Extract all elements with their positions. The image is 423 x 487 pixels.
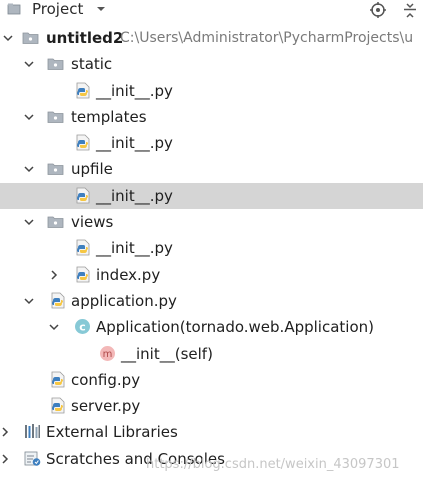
- tree-node-application-class[interactable]: Application(tornado.web.Application): [0, 314, 423, 340]
- project-panel-header: Project: [0, 0, 423, 20]
- folder-icon: [47, 160, 64, 177]
- expand-arrow-icon[interactable]: [3, 33, 13, 43]
- method-label: __init__(self): [121, 344, 213, 363]
- project-root-label: untitled2: [46, 29, 124, 47]
- collapse-arrow-icon[interactable]: [0, 454, 10, 464]
- file-label: config.py: [71, 370, 141, 389]
- tree-node-static[interactable]: static: [0, 51, 423, 77]
- file-label: __init__.py: [96, 239, 173, 258]
- python-file-icon: [49, 292, 66, 309]
- tree-node-views-index[interactable]: index.py: [0, 262, 423, 288]
- file-label: __init__.py: [96, 134, 173, 153]
- folder-label: upfile: [71, 160, 113, 179]
- python-file-icon: [49, 397, 66, 414]
- python-file-icon: [74, 187, 91, 204]
- folder-icon: [47, 55, 64, 72]
- external-libraries-label: External Libraries: [46, 423, 178, 442]
- tree-node-project-root[interactable]: untitled2 C:\Users\Administrator\Pycharm…: [0, 25, 423, 51]
- file-label: server.py: [71, 397, 141, 416]
- python-file-icon: [74, 239, 91, 256]
- collapse-arrow-icon[interactable]: [49, 270, 59, 280]
- tree-node-upfile-init-selected[interactable]: __init__.py: [0, 182, 423, 210]
- tree-node-init-method[interactable]: __init__(self): [0, 341, 423, 367]
- tree-node-upfile[interactable]: upfile: [0, 156, 423, 182]
- python-file-icon: [49, 371, 66, 388]
- tree-node-scratches[interactable]: Scratches and Consoles: [0, 446, 423, 472]
- library-icon: [24, 423, 41, 440]
- class-label: Application(tornado.web.Application): [96, 318, 374, 337]
- tree-node-views-init[interactable]: __init__.py: [0, 235, 423, 261]
- tree-node-server-py[interactable]: server.py: [0, 393, 423, 419]
- tree-node-templates[interactable]: templates: [0, 104, 423, 130]
- python-file-icon: [74, 134, 91, 151]
- file-label: __init__.py: [96, 81, 173, 100]
- expand-arrow-icon[interactable]: [24, 59, 34, 69]
- file-label: __init__.py: [96, 186, 173, 205]
- project-view-selector[interactable]: Project: [32, 0, 83, 19]
- collapse-arrow-icon[interactable]: [0, 427, 10, 437]
- python-file-icon: [74, 266, 91, 283]
- scratches-icon: [24, 450, 41, 467]
- expand-arrow-icon[interactable]: [24, 296, 34, 306]
- tree-node-templates-init[interactable]: __init__.py: [0, 130, 423, 156]
- locate-file-icon[interactable]: [369, 1, 387, 19]
- project-view-icon: [7, 3, 21, 15]
- folder-label: static: [71, 55, 113, 74]
- scratches-label: Scratches and Consoles: [46, 449, 225, 468]
- method-icon: [99, 345, 116, 362]
- expand-arrow-icon[interactable]: [49, 322, 59, 332]
- folder-icon: [22, 29, 39, 46]
- file-label: application.py: [71, 291, 177, 310]
- expand-arrow-icon[interactable]: [24, 164, 34, 174]
- chevron-down-icon[interactable]: [96, 4, 106, 14]
- folder-label: templates: [71, 107, 147, 126]
- folder-icon: [47, 108, 64, 125]
- project-tree: untitled2 C:\Users\Administrator\Pycharm…: [0, 25, 423, 472]
- expand-arrow-icon[interactable]: [24, 112, 34, 122]
- collapse-all-icon[interactable]: [401, 1, 419, 19]
- project-root-path: C:\Users\Administrator\PycharmProjects\u: [120, 30, 414, 46]
- python-file-icon: [74, 82, 91, 99]
- tree-node-application-py[interactable]: application.py: [0, 288, 423, 314]
- folder-icon: [47, 213, 64, 230]
- folder-label: views: [71, 213, 114, 232]
- tree-node-config-py[interactable]: config.py: [0, 367, 423, 393]
- file-label: index.py: [96, 265, 161, 284]
- expand-arrow-icon[interactable]: [24, 217, 34, 227]
- tree-node-external-libraries[interactable]: External Libraries: [0, 419, 423, 445]
- class-icon: [74, 318, 91, 335]
- tree-node-views[interactable]: views: [0, 209, 423, 235]
- tree-node-static-init[interactable]: __init__.py: [0, 78, 423, 104]
